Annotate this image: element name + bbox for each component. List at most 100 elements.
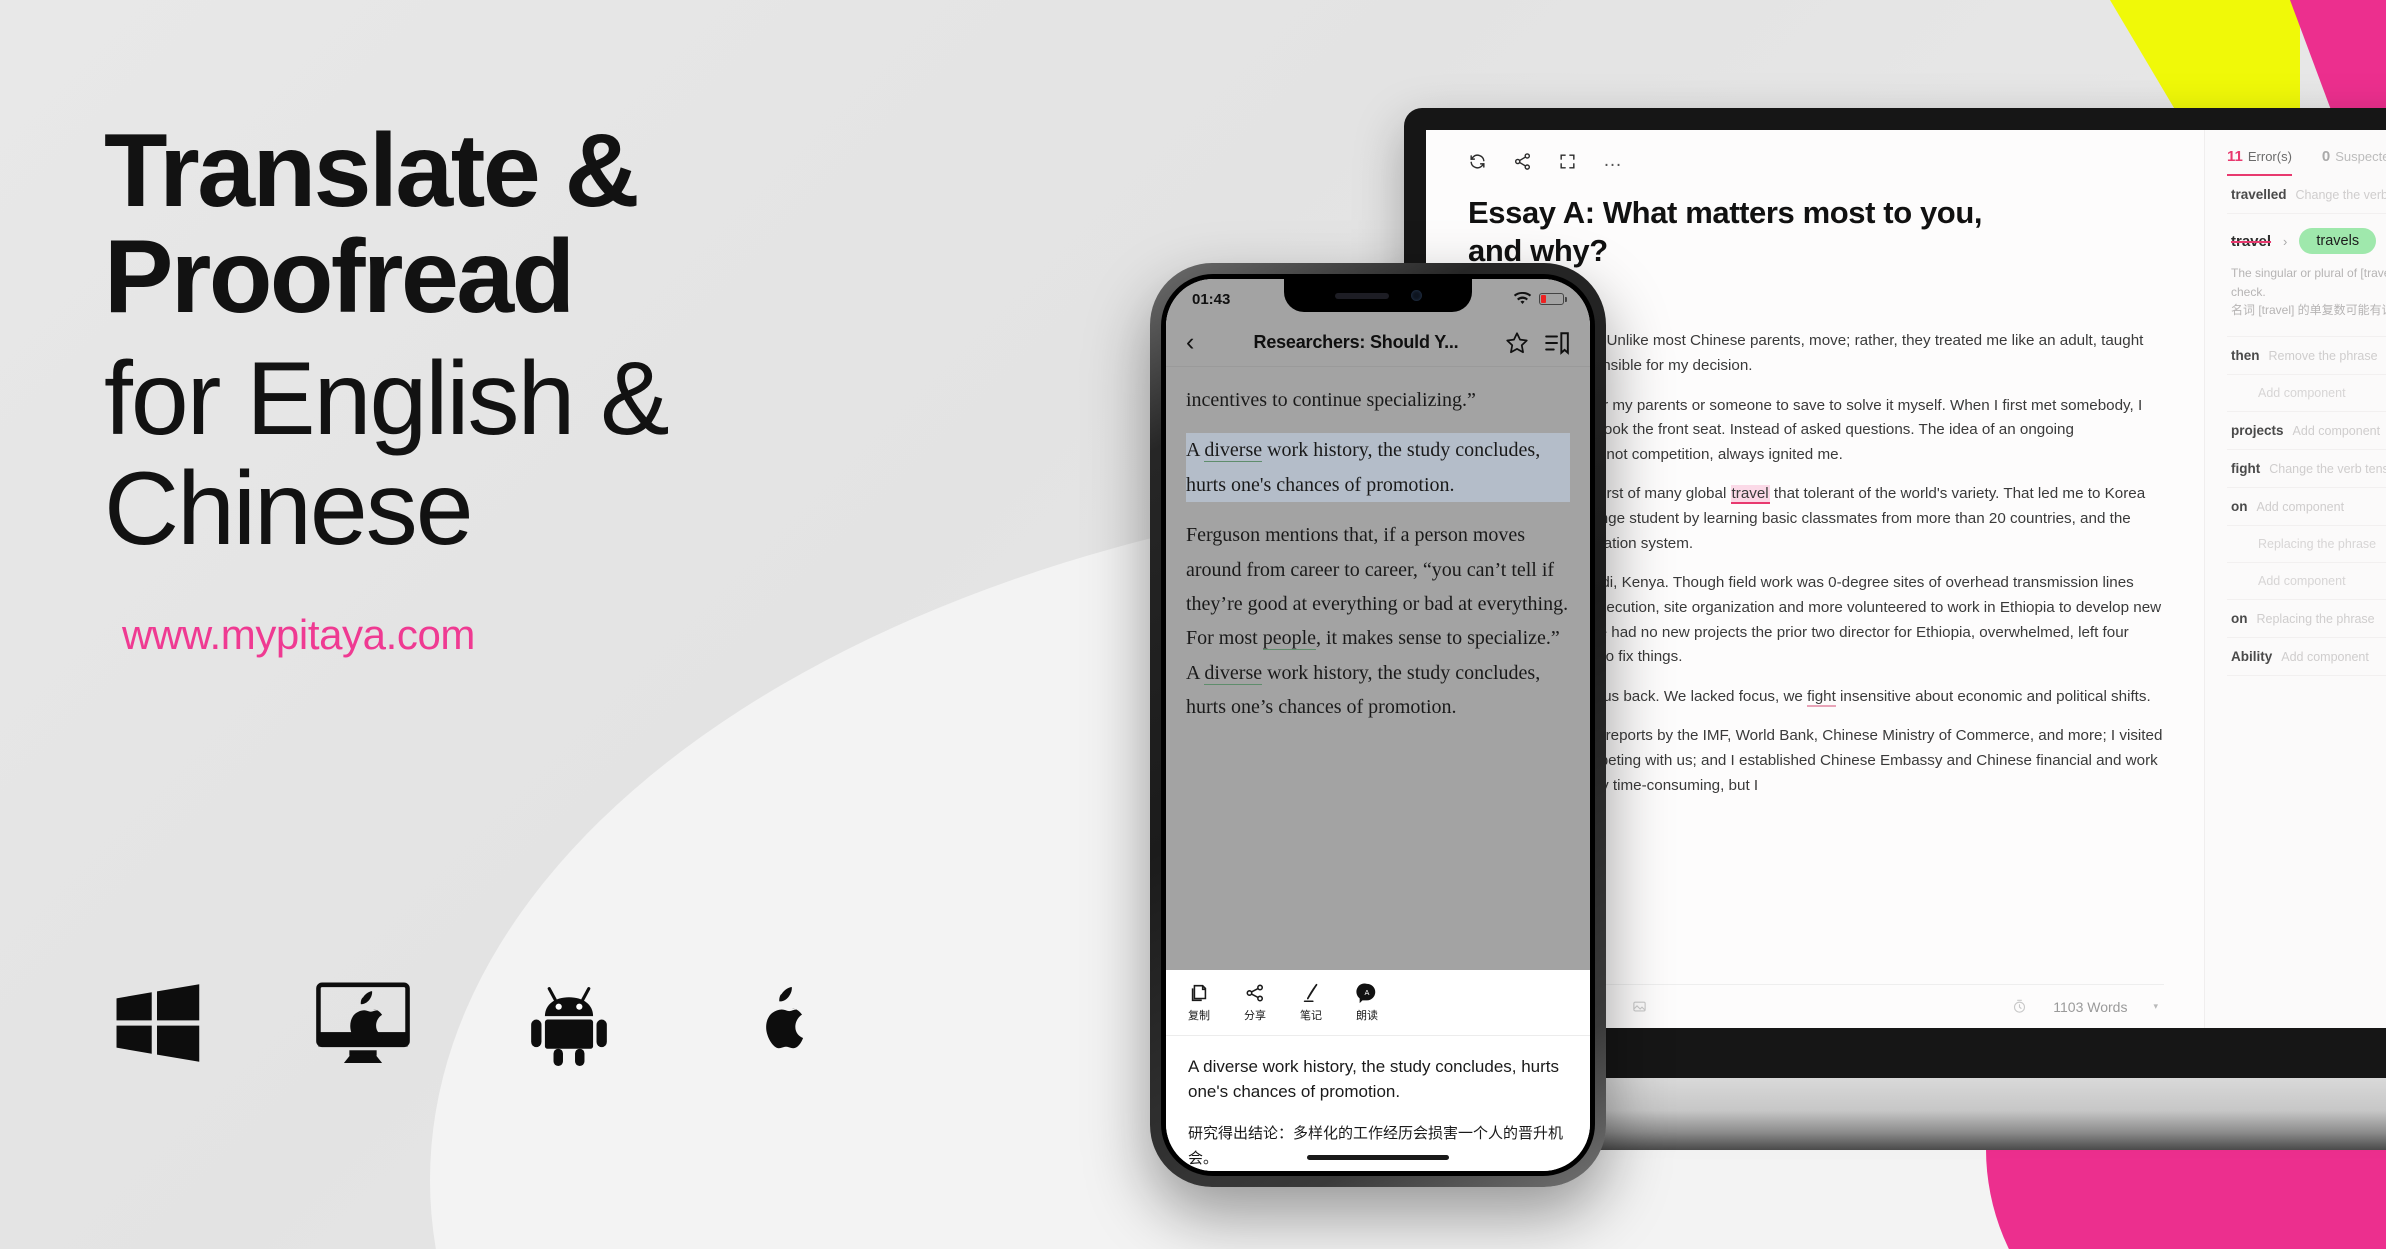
svg-text:A: A bbox=[1365, 988, 1370, 997]
share-icon bbox=[1246, 984, 1264, 1002]
read-aloud-icon: A bbox=[1356, 983, 1376, 1004]
apple-icon bbox=[722, 975, 828, 1071]
errors-count: 11 bbox=[2227, 148, 2243, 165]
read-aloud-label: 朗读 bbox=[1356, 1010, 1378, 1023]
note-action[interactable]: 笔记 bbox=[1300, 982, 1322, 1023]
explanation-english: The singular or plural of [travel] may b… bbox=[2231, 266, 2386, 299]
suggestion-row[interactable]: Add component bbox=[2227, 375, 2386, 412]
share-icon[interactable] bbox=[1513, 152, 1532, 171]
suggestion-row[interactable]: on Replacing the phrase bbox=[2227, 600, 2386, 638]
phone-mockup: 01:43 ‹ Researchers: Should Y... incenti… bbox=[1150, 263, 1606, 1187]
inline-error-travel[interactable]: travel bbox=[1730, 485, 1770, 505]
suggested-replacement-chip[interactable]: travels bbox=[2299, 228, 2377, 254]
website-url[interactable]: www.mypitaya.com bbox=[122, 611, 1004, 659]
article-content[interactable]: incentives to continue specializing.” A … bbox=[1166, 367, 1590, 971]
document-title: Essay A: What matters most to you, and w… bbox=[1468, 195, 1983, 268]
suggestion-row[interactable]: Add component bbox=[2227, 563, 2386, 600]
suggestions-panel: 11 Error(s) 0 Suspected error(s) travelled… bbox=[2204, 130, 2386, 1028]
image-icon[interactable] bbox=[1632, 999, 1647, 1014]
article-paragraph: incentives to continue specializing.” bbox=[1186, 389, 1476, 411]
back-button-icon[interactable]: ‹ bbox=[1186, 330, 1208, 355]
suggestion-word: fight bbox=[2231, 460, 2261, 476]
suggestion-row[interactable]: fight Change the verb tense bbox=[2227, 450, 2386, 488]
translation-panel: A diverse work history, the study conclu… bbox=[1166, 1036, 1590, 1171]
battery-low-icon bbox=[1539, 293, 1567, 305]
chevron-right-icon: › bbox=[2283, 233, 2288, 249]
grammar-underline[interactable]: diverse bbox=[1204, 439, 1263, 463]
suggestion-action: Add component bbox=[2258, 573, 2346, 588]
suggestion-action: Add component bbox=[2292, 423, 2381, 438]
status-indicators bbox=[1513, 292, 1567, 306]
corner-accent-pink-top bbox=[2290, 0, 2386, 118]
suggestion-word: on bbox=[2231, 498, 2248, 514]
errors-label: Error(s) bbox=[2247, 149, 2292, 164]
suggestion-row[interactable]: projects Add component bbox=[2227, 412, 2386, 450]
phone-notch bbox=[1284, 279, 1472, 312]
suggestion-action: Add component bbox=[2256, 499, 2345, 514]
article-title: Researchers: Should Y... bbox=[1253, 332, 1459, 352]
timer-icon[interactable] bbox=[2012, 999, 2027, 1014]
suggestion-detail-card: travel › travels The singular or plural … bbox=[2227, 214, 2386, 337]
suggestion-word: then bbox=[2231, 347, 2260, 363]
share-label: 分享 bbox=[1244, 1010, 1266, 1023]
article-selected-paragraph[interactable]: A diverse work history, the study conclu… bbox=[1186, 433, 1570, 503]
headline-line-3: for English & bbox=[104, 341, 670, 458]
suggestion-row[interactable]: Replacing the phrase bbox=[2227, 526, 2386, 563]
headline-line-4: Chinese bbox=[104, 451, 474, 568]
copy-action[interactable]: 复制 bbox=[1188, 982, 1210, 1023]
mac-desktop-icon bbox=[310, 975, 416, 1071]
suggestion-row[interactable]: Ability Add component bbox=[2227, 638, 2386, 676]
grammar-underline[interactable]: people bbox=[1262, 627, 1316, 651]
suggestion-action: Replacing the phrase bbox=[2256, 611, 2375, 626]
share-action[interactable]: 分享 bbox=[1244, 982, 1266, 1023]
suggestion-action: Change the verb tense bbox=[2269, 461, 2386, 476]
translation-target-text: 研究得出结论：多样化的工作经历会损害一个人的晋升机会。 bbox=[1188, 1125, 1564, 1167]
suggestion-action: Change the verb tense bbox=[2295, 188, 2386, 202]
explanation-chinese: 名词 [travel] 的单复数可能有误，请考虑修改。 bbox=[2231, 303, 2386, 318]
inline-error-fight[interactable]: fight bbox=[1807, 687, 1836, 707]
star-icon[interactable] bbox=[1504, 330, 1530, 356]
corner-accent-yellow bbox=[2110, 0, 2300, 118]
suggestion-word: projects bbox=[2231, 422, 2284, 438]
headline-line-1: Translate & bbox=[104, 113, 640, 229]
tab-suspected-errors[interactable]: 0 Suspected error(s) bbox=[2322, 148, 2386, 174]
tab-errors[interactable]: 11 Error(s) bbox=[2227, 148, 2292, 176]
suggestion-word: Ability bbox=[2231, 648, 2273, 664]
word-count[interactable]: 1103 Words bbox=[2053, 999, 2127, 1015]
document-toolbar: … bbox=[1468, 144, 2164, 178]
copy-icon bbox=[1191, 984, 1207, 1002]
reader-list-icon[interactable] bbox=[1544, 330, 1570, 356]
suspected-count: 0 bbox=[2321, 148, 2331, 165]
suggestion-row[interactable]: travelled Change the verb tense bbox=[2227, 176, 2386, 214]
home-indicator[interactable] bbox=[1307, 1155, 1449, 1160]
suggestion-action: Add component bbox=[2258, 385, 2346, 400]
word-count-caret-icon[interactable]: ▾ bbox=[2153, 1001, 2158, 1012]
phone-inner-frame: 01:43 ‹ Researchers: Should Y... incenti… bbox=[1161, 274, 1595, 1176]
front-camera bbox=[1410, 290, 1422, 301]
suggestion-explanation: The singular or plural of [travel] may b… bbox=[2231, 264, 2386, 320]
suggestion-row[interactable]: then Remove the phrase bbox=[2227, 337, 2386, 375]
suggestion-word: travelled bbox=[2231, 187, 2287, 202]
read-aloud-action[interactable]: A 朗读 bbox=[1356, 982, 1378, 1023]
suggestion-action: Replacing the phrase bbox=[2258, 536, 2377, 551]
original-word: travel bbox=[2231, 232, 2272, 250]
suggestion-action: Add component bbox=[2281, 649, 2369, 664]
note-pen-icon bbox=[1303, 984, 1318, 1003]
more-options-icon[interactable]: … bbox=[1603, 151, 1624, 170]
headline-block: Translate & Proofread for English & Chin… bbox=[104, 118, 1004, 659]
fullscreen-icon[interactable] bbox=[1558, 152, 1577, 171]
phone-screen: 01:43 ‹ Researchers: Should Y... incenti… bbox=[1166, 279, 1590, 1171]
android-icon bbox=[516, 975, 622, 1071]
suggestion-row[interactable]: on Add component bbox=[2227, 488, 2386, 526]
note-label: 笔记 bbox=[1300, 1010, 1322, 1023]
headline-line-2: Proofread bbox=[104, 219, 575, 336]
status-time: 01:43 bbox=[1192, 290, 1231, 308]
suggestions-tabs: 11 Error(s) 0 Suspected error(s) bbox=[2227, 148, 2386, 176]
article-paragraph: Ferguson mentions that, if a person move… bbox=[1186, 524, 1569, 719]
grammar-underline[interactable]: diverse bbox=[1204, 661, 1263, 685]
platform-icons-row bbox=[104, 975, 828, 1071]
suspected-label: Suspected error(s) bbox=[2335, 149, 2386, 164]
translation-source-text: A diverse work history, the study conclu… bbox=[1188, 1057, 1560, 1102]
refresh-icon[interactable] bbox=[1468, 152, 1487, 171]
suggestion-action: Remove the phrase bbox=[2268, 348, 2378, 363]
